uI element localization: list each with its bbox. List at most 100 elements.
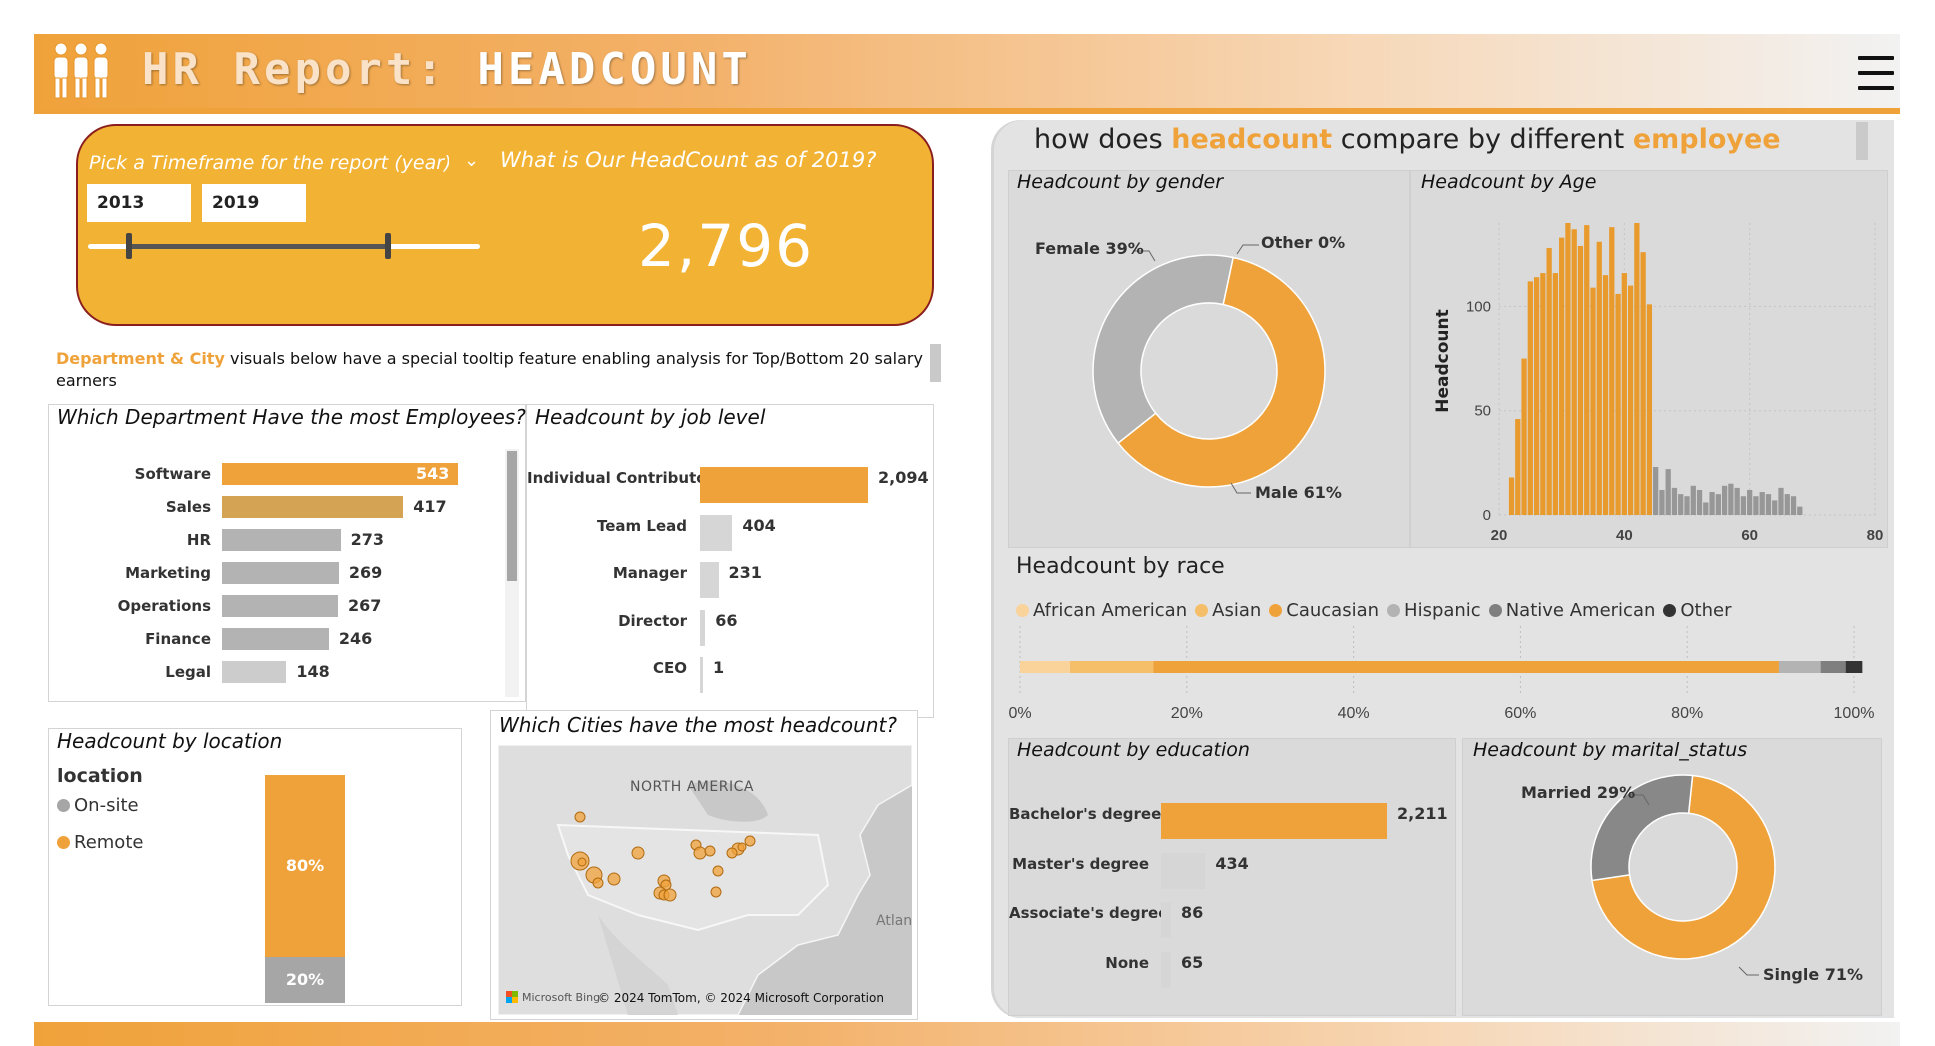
age-bar[interactable] <box>1552 273 1559 515</box>
age-bar[interactable] <box>1602 275 1609 515</box>
age-bar[interactable] <box>1696 489 1703 515</box>
bar[interactable] <box>222 661 287 683</box>
city-bubble[interactable] <box>631 846 645 860</box>
race-segment[interactable] <box>1820 661 1846 673</box>
age-bar[interactable] <box>1540 273 1546 515</box>
age-bar[interactable] <box>1621 273 1627 515</box>
race-segment[interactable] <box>1070 661 1154 673</box>
age-bar[interactable] <box>1797 506 1803 515</box>
age-bar[interactable] <box>1584 225 1590 516</box>
legend-remote[interactable]: Remote <box>57 832 143 853</box>
age-bar[interactable] <box>1609 227 1615 515</box>
x-tick-label: 40% <box>1338 705 1370 722</box>
city-bubble[interactable] <box>712 865 724 877</box>
race-segment[interactable] <box>1153 661 1779 673</box>
city-bubble[interactable] <box>693 846 707 860</box>
bar[interactable] <box>700 562 719 598</box>
age-bar[interactable] <box>1734 487 1740 515</box>
legend-on-site[interactable]: On-site <box>57 795 139 816</box>
report-header: HR Report: HEADCOUNT <box>34 34 1900 114</box>
city-bubble[interactable] <box>663 888 677 902</box>
age-bar[interactable] <box>1709 492 1715 515</box>
bar[interactable] <box>1161 852 1206 889</box>
age-bar[interactable] <box>1596 241 1602 515</box>
city-bubble[interactable] <box>574 811 586 823</box>
age-bar[interactable] <box>1559 237 1565 515</box>
age-bar[interactable] <box>1671 487 1678 515</box>
age-bar[interactable] <box>1759 492 1765 515</box>
compare-scrollbar[interactable] <box>1856 122 1868 160</box>
city-bubble[interactable] <box>592 877 604 889</box>
bar[interactable] <box>1161 803 1387 839</box>
age-bar[interactable] <box>1508 477 1515 515</box>
location-segment[interactable]: 80% <box>265 775 345 958</box>
note-scrollbar[interactable] <box>930 344 941 382</box>
cities-map[interactable]: NORTH AMERICA Atlan Microsoft Bing © 202… <box>498 745 912 1015</box>
bar[interactable] <box>700 514 733 551</box>
race-segment[interactable] <box>1778 661 1821 673</box>
age-bar[interactable] <box>1565 223 1571 515</box>
age-bar[interactable] <box>1546 248 1552 515</box>
city-bubble[interactable] <box>710 886 722 898</box>
city-bubble[interactable] <box>704 845 716 857</box>
race-segment[interactable] <box>1020 661 1071 673</box>
chevron-down-icon[interactable]: ⌄ <box>464 150 479 171</box>
x-tick-label: 20% <box>1171 705 1203 722</box>
age-bar[interactable] <box>1790 496 1797 515</box>
bar[interactable] <box>700 467 868 503</box>
bar[interactable] <box>1161 951 1171 988</box>
age-bar[interactable] <box>1571 229 1577 515</box>
department-scrollbar-thumb[interactable] <box>507 451 517 581</box>
bar[interactable] <box>700 657 703 693</box>
age-bar[interactable] <box>1615 293 1621 515</box>
location-segment[interactable]: 20% <box>265 957 345 1003</box>
age-bar[interactable] <box>1640 252 1646 515</box>
age-bar[interactable] <box>1678 494 1684 515</box>
bar[interactable] <box>222 496 404 518</box>
age-bar[interactable] <box>1684 496 1690 515</box>
bar[interactable] <box>222 529 341 551</box>
end-year-input[interactable]: 2019 <box>202 184 306 222</box>
city-bubble[interactable] <box>737 842 747 852</box>
race-segment[interactable] <box>1845 661 1863 673</box>
city-bubble[interactable] <box>607 872 621 886</box>
age-bar[interactable] <box>1703 502 1709 515</box>
bar[interactable] <box>222 562 339 584</box>
age-bar[interactable] <box>1690 485 1696 515</box>
city-bubble[interactable] <box>726 847 738 859</box>
bar[interactable] <box>222 628 329 650</box>
age-bar[interactable] <box>1515 419 1521 515</box>
age-bar[interactable] <box>1715 494 1721 515</box>
slider-end-handle[interactable] <box>385 233 391 259</box>
age-bar[interactable] <box>1521 358 1527 515</box>
age-bar[interactable] <box>1577 245 1584 515</box>
y-tick-label: 50 <box>1474 403 1491 420</box>
age-bar[interactable] <box>1747 489 1753 515</box>
age-bar[interactable] <box>1646 304 1653 515</box>
age-bar[interactable] <box>1590 287 1596 515</box>
bar[interactable] <box>700 609 706 646</box>
bar[interactable] <box>222 595 339 617</box>
age-bar[interactable] <box>1765 494 1772 515</box>
city-bubble[interactable] <box>744 835 756 847</box>
age-bar[interactable] <box>1721 485 1728 515</box>
slider-start-handle[interactable] <box>126 233 132 259</box>
age-bar[interactable] <box>1778 487 1784 515</box>
age-bar[interactable] <box>1665 469 1671 515</box>
age-bar[interactable] <box>1533 277 1540 515</box>
bar[interactable] <box>1161 902 1171 938</box>
hamburger-menu-icon[interactable] <box>1858 56 1894 92</box>
age-bar[interactable] <box>1740 496 1747 515</box>
age-bar[interactable] <box>1784 494 1790 515</box>
age-bar[interactable] <box>1527 281 1533 515</box>
age-bar[interactable] <box>1772 500 1778 515</box>
donut-slice[interactable] <box>1092 254 1235 445</box>
age-bar[interactable] <box>1627 285 1634 515</box>
start-year-input[interactable]: 2013 <box>87 184 191 222</box>
age-bar[interactable] <box>1659 489 1665 515</box>
age-bar[interactable] <box>1753 496 1759 515</box>
age-bar[interactable] <box>1653 467 1659 515</box>
age-bar[interactable] <box>1634 223 1640 515</box>
age-bar[interactable] <box>1728 483 1734 515</box>
city-bubble[interactable] <box>577 857 587 867</box>
